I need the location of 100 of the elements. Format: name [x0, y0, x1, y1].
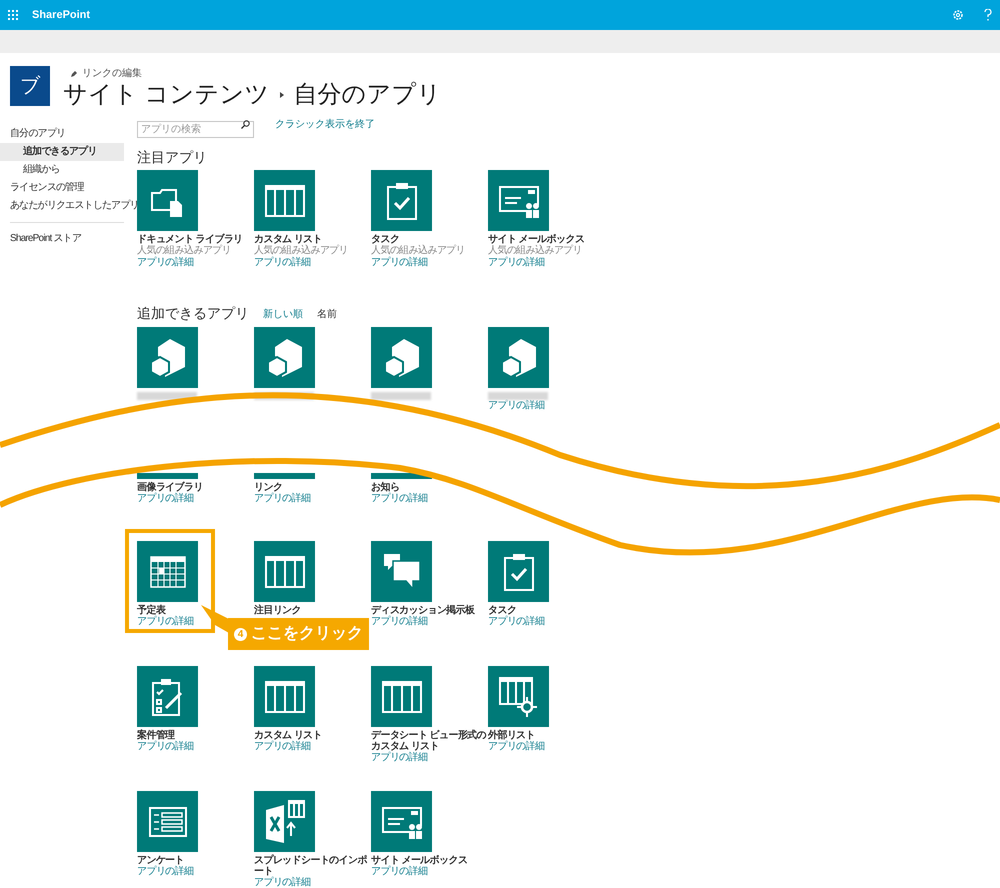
- hexagon-app-icon: [266, 338, 302, 378]
- sort-option[interactable]: 名前: [317, 308, 337, 322]
- mailbox-people-icon: [382, 804, 422, 838]
- clipboard-check-icon: [504, 552, 534, 590]
- app-details-link[interactable]: アプリの詳細: [137, 493, 194, 504]
- app-name[interactable]: 注目リンク: [254, 605, 302, 616]
- app-details-link[interactable]: アプリの詳細: [254, 741, 310, 752]
- app-tile[interactable]: [137, 791, 198, 852]
- app-tile[interactable]: [371, 327, 432, 388]
- app-tile[interactable]: [254, 170, 315, 231]
- app-name[interactable]: 外部リスト: [488, 730, 536, 741]
- breadcrumb-item[interactable]: サイト コンテンツ: [63, 81, 270, 109]
- list-table-icon: [264, 556, 304, 588]
- app-name[interactable]: 予定表: [137, 605, 166, 616]
- app-name[interactable]: お知ら: [371, 482, 400, 493]
- app-details-link[interactable]: アプリの詳細: [137, 616, 194, 627]
- clipboard-check-icon: [386, 182, 416, 220]
- app-name[interactable]: ドキュメント ライブラリ: [137, 234, 243, 245]
- app-tile[interactable]: [137, 473, 198, 479]
- list-table-icon: [264, 680, 304, 712]
- site-logo[interactable]: ブ: [10, 66, 50, 106]
- app-details-link[interactable]: アプリの詳細: [371, 493, 428, 504]
- sidebar-subitem[interactable]: 組織から: [0, 161, 124, 179]
- app-details-link[interactable]: アプリの詳細: [137, 866, 194, 877]
- search-field[interactable]: アプリの検索: [137, 121, 254, 138]
- spreadsheet-import-icon: [264, 800, 304, 844]
- app-details-link[interactable]: アプリの詳細: [254, 493, 310, 504]
- app-tile[interactable]: [254, 327, 315, 388]
- app-tile[interactable]: [137, 541, 198, 602]
- sidebar-item[interactable]: ライセンスの管理: [0, 179, 124, 197]
- app-name[interactable]: データシート ビュー形式のカスタム リスト: [371, 730, 486, 752]
- app-details-link[interactable]: アプリの詳細: [371, 616, 428, 627]
- app-name[interactable]: スプレッドシートのインポート: [254, 855, 369, 877]
- app-tile[interactable]: [488, 327, 549, 388]
- hexagon-app-icon: [150, 338, 186, 378]
- app-details-link[interactable]: アプリの詳細: [137, 257, 194, 268]
- help-icon[interactable]: [984, 9, 992, 21]
- app-name[interactable]: カスタム リスト: [254, 234, 322, 245]
- sidebar-item[interactable]: SharePoint ストア: [0, 230, 124, 248]
- exit-classic-link[interactable]: クラシック表示を終了: [275, 117, 375, 132]
- app-tile[interactable]: [488, 541, 549, 602]
- app-details-link[interactable]: アプリの詳細: [254, 257, 310, 268]
- settings-icon[interactable]: [952, 9, 964, 21]
- section-heading: 追加できるアプリ: [137, 304, 249, 322]
- app-tile[interactable]: [371, 541, 432, 602]
- app-tile[interactable]: [137, 327, 198, 388]
- app-details-link[interactable]: アプリの詳細: [371, 866, 428, 877]
- app-description: 人気の組み込みアプリ: [371, 245, 466, 256]
- sort-option[interactable]: 新しい順: [263, 308, 303, 322]
- app-tile[interactable]: [371, 666, 432, 727]
- pencil-icon: [71, 70, 78, 77]
- app-name[interactable]: アンケート: [137, 855, 184, 866]
- app-tile[interactable]: [254, 541, 315, 602]
- calendar-icon: [150, 556, 186, 588]
- app-name[interactable]: 画像ライブラリ: [137, 482, 203, 493]
- app-details-link[interactable]: アプリの詳細: [488, 616, 544, 627]
- app-tile[interactable]: [488, 170, 549, 231]
- app-details-link[interactable]: アプリの詳細: [488, 741, 544, 752]
- hexagon-app-icon: [384, 338, 420, 378]
- app-tile[interactable]: [137, 666, 198, 727]
- section-heading: 注目アプリ: [137, 148, 208, 166]
- app-description: 人気の組み込みアプリ: [137, 245, 232, 256]
- sidebar-item[interactable]: あなたがリクエストしたアプリ: [0, 197, 139, 215]
- app-launcher-icon[interactable]: [8, 10, 18, 20]
- app-name[interactable]: ディスカッション掲示板: [371, 605, 474, 616]
- hexagon-app-icon: [500, 338, 536, 378]
- app-tile[interactable]: [371, 170, 432, 231]
- list-table-icon: [382, 680, 422, 712]
- mailbox-people-icon: [498, 184, 538, 218]
- app-name[interactable]: リンク: [254, 482, 282, 493]
- form-survey-icon: [148, 806, 186, 836]
- list-connector-icon: [498, 676, 538, 716]
- callout-text: ここをクリック: [251, 624, 363, 644]
- app-details-link[interactable]: アプリの詳細: [488, 400, 544, 411]
- app-tile[interactable]: [371, 791, 432, 852]
- app-tile[interactable]: [137, 170, 198, 231]
- app-details-link[interactable]: アプリの詳細: [488, 257, 544, 268]
- app-tile[interactable]: [254, 473, 315, 479]
- app-description: 人気の組み込みアプリ: [488, 245, 584, 256]
- app-tile[interactable]: [254, 666, 315, 727]
- app-name[interactable]: タスク: [488, 605, 516, 616]
- step-number: 4: [234, 628, 247, 640]
- app-details-link[interactable]: アプリの詳細: [371, 257, 428, 268]
- app-name[interactable]: サイト メールボックス: [488, 234, 584, 245]
- edit-links-link[interactable]: リンクの編集: [82, 66, 142, 81]
- search-icon[interactable]: [241, 120, 250, 129]
- app-details-link[interactable]: アプリの詳細: [371, 752, 428, 763]
- sidebar-subitem[interactable]: 追加できるアプリ: [0, 143, 124, 161]
- breadcrumb-item: 自分のアプリ: [294, 81, 442, 109]
- app-description: 人気の組み込みアプリ: [254, 245, 350, 256]
- app-tile[interactable]: [488, 666, 549, 727]
- sidebar-item[interactable]: 自分のアプリ: [0, 125, 124, 143]
- app-name[interactable]: カスタム リスト: [254, 730, 322, 741]
- app-details-link[interactable]: アプリの詳細: [137, 741, 194, 752]
- app-name[interactable]: サイト メールボックス: [371, 855, 468, 866]
- app-tile[interactable]: [254, 791, 315, 852]
- app-name[interactable]: タスク: [371, 234, 400, 245]
- breadcrumb-separator-icon: [280, 92, 284, 98]
- app-details-link[interactable]: アプリの詳細: [254, 877, 310, 888]
- app-name[interactable]: 案件管理: [137, 730, 175, 741]
